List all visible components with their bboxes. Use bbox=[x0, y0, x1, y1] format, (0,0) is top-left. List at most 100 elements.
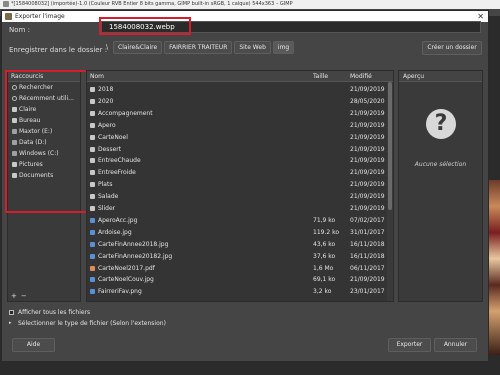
file-row[interactable]: AperoAcc.jpg 71,9 ko 07/02/2017 bbox=[87, 215, 386, 226]
file-row[interactable]: Dessert 21/09/2019 bbox=[87, 144, 386, 155]
gimp-window-titlebar: *[1584008032] (importée)-1.0 (Couleur RV… bbox=[0, 0, 500, 9]
file-row[interactable]: CarteFinAnnee20182.jpg 37,6 ko 16/11/2018 bbox=[87, 251, 386, 262]
file-size: 1,6 Mo bbox=[313, 264, 334, 272]
path-button-img[interactable]: img bbox=[272, 41, 295, 54]
path-button-claire-claire[interactable]: Claire&Claire bbox=[113, 41, 163, 54]
file-row[interactable]: EntreeFroide 21/09/2019 bbox=[87, 167, 386, 178]
cancel-button[interactable]: Annuler bbox=[434, 338, 477, 352]
file-modified: 28/05/2020 bbox=[350, 97, 385, 105]
preview-panel: Aperçu ? Aucune sélection bbox=[398, 70, 483, 302]
path-root-button[interactable]: \ bbox=[103, 41, 111, 54]
file-name: AperoAcc.jpg bbox=[98, 216, 138, 224]
image-file-icon bbox=[90, 289, 95, 295]
no-selection-label: Aucune sélection bbox=[414, 161, 467, 168]
path-button-fairrier-traiteur[interactable]: FAIRRIER TRAITEUR bbox=[164, 41, 233, 54]
show-all-files-label: Afficher tous les fichiers bbox=[18, 309, 91, 316]
remove-bookmark-button[interactable]: − bbox=[21, 292, 27, 300]
file-name: FairreriFav.png bbox=[98, 288, 142, 296]
show-all-files-option[interactable]: Afficher tous les fichiers bbox=[9, 309, 90, 316]
file-row[interactable]: Ardoise.jpg 119.2 ko 31/01/2017 bbox=[87, 227, 386, 238]
file-modified: 21/09/2019 bbox=[350, 276, 385, 284]
column-size-header[interactable]: Taille bbox=[313, 73, 328, 80]
file-row[interactable]: Apero 21/09/2019 bbox=[87, 120, 386, 131]
file-row[interactable]: Salade 21/09/2019 bbox=[87, 191, 386, 202]
save-in-folder-label: Enregistrer dans le dossier : bbox=[9, 46, 108, 54]
file-modified: 21/09/2019 bbox=[350, 157, 385, 165]
file-modified: 16/11/2018 bbox=[350, 252, 385, 260]
file-row[interactable]: FairreriFav.png 3,2 ko 23/01/2017 bbox=[87, 286, 386, 297]
file-row[interactable]: Plats 21/09/2019 bbox=[87, 179, 386, 190]
file-name: CarteFinAnnee20182.jpg bbox=[98, 252, 173, 260]
create-folder-button[interactable]: Créer un dossier bbox=[422, 41, 482, 55]
folder-icon bbox=[90, 134, 95, 140]
file-modified: 23/01/2017 bbox=[350, 288, 385, 296]
folder-icon bbox=[90, 146, 95, 152]
folder-icon bbox=[90, 98, 95, 104]
expander-arrow-icon: ▸ bbox=[9, 320, 12, 326]
folder-icon bbox=[90, 182, 95, 188]
file-name: CarteNoel2017.pdf bbox=[98, 264, 155, 272]
image-file-icon bbox=[90, 241, 95, 247]
file-name: 2020 bbox=[98, 97, 114, 105]
path-button-site-web[interactable]: Site Web bbox=[234, 41, 271, 54]
image-file-icon bbox=[90, 277, 95, 283]
file-size: 119.2 ko bbox=[313, 228, 340, 236]
file-name: Accompagnement bbox=[98, 109, 153, 117]
file-modified: 06/11/2017 bbox=[350, 264, 385, 272]
image-file-icon bbox=[90, 253, 95, 259]
file-size: 43,6 ko bbox=[313, 240, 336, 248]
scrollbar-thumb[interactable] bbox=[388, 82, 392, 210]
file-modified: 21/09/2019 bbox=[350, 193, 385, 201]
path-bar: \ Claire&Claire FAIRRIER TRAITEUR Site W… bbox=[103, 41, 295, 54]
file-name: Plats bbox=[98, 181, 113, 189]
file-row[interactable]: CarteNoel2017.pdf 1,6 Mo 06/11/2017 bbox=[87, 263, 386, 274]
file-modified: 21/09/2019 bbox=[350, 86, 385, 93]
show-all-files-checkbox[interactable] bbox=[9, 310, 14, 315]
gimp-icon bbox=[5, 13, 12, 20]
file-modified: 21/09/2019 bbox=[350, 205, 385, 212]
file-name: CarteFinAnnee2018.jpg bbox=[98, 240, 169, 248]
file-name: CarteNoelCouv.jpg bbox=[98, 276, 154, 284]
file-row[interactable]: CarteFinAnnee2018.jpg 43,6 ko 16/11/2018 bbox=[87, 239, 386, 250]
file-row[interactable]: Accompagnement 21/09/2019 bbox=[87, 108, 386, 119]
select-file-type-expander[interactable]: ▸ Sélectionner le type de fichier (Selon… bbox=[9, 320, 166, 327]
file-name: Apero bbox=[98, 121, 116, 129]
folder-icon bbox=[90, 170, 95, 176]
file-modified: 16/11/2018 bbox=[350, 240, 385, 248]
file-modified: 21/09/2019 bbox=[350, 145, 385, 153]
file-name: 2018 bbox=[98, 86, 114, 93]
column-modified-header[interactable]: Modifié bbox=[350, 73, 372, 80]
file-row[interactable]: CarteNoel 21/09/2019 bbox=[87, 132, 386, 143]
file-list-scrollbar[interactable] bbox=[387, 82, 393, 301]
file-row[interactable]: 2018 21/09/2019 bbox=[87, 84, 386, 95]
file-modified: 31/01/2017 bbox=[350, 228, 385, 236]
name-label: Nom : bbox=[9, 26, 30, 34]
file-row[interactable]: 2020 28/05/2020 bbox=[87, 96, 386, 107]
dialog-title: Exporter l'image bbox=[15, 13, 65, 20]
filename-highlight-box bbox=[99, 17, 191, 35]
file-modified: 21/09/2019 bbox=[350, 109, 385, 117]
file-name: Ardoise.jpg bbox=[98, 228, 132, 236]
select-file-type-label: Sélectionner le type de fichier (Selon l… bbox=[18, 320, 166, 327]
file-modified: 21/09/2019 bbox=[350, 169, 385, 177]
places-footer: + − bbox=[8, 291, 80, 301]
file-list: Nom Taille Modifié 2018 21/09/2019 2020 28/… bbox=[86, 70, 394, 302]
column-name-header[interactable]: Nom bbox=[90, 73, 104, 80]
file-row[interactable]: EntreeChaude 21/09/2019 bbox=[87, 155, 386, 166]
folder-icon bbox=[90, 122, 95, 128]
help-button[interactable]: Aide bbox=[12, 338, 55, 352]
file-size: 37,6 ko bbox=[313, 252, 336, 260]
file-modified: 07/02/2017 bbox=[350, 216, 385, 224]
file-list-header: Nom Taille Modifié bbox=[87, 71, 393, 82]
file-size: 71,9 ko bbox=[313, 216, 336, 224]
preview-header: Aperçu bbox=[399, 71, 482, 82]
file-row[interactable]: Slider 21/09/2019 bbox=[87, 203, 386, 214]
file-row[interactable]: CarteNoelCouv.jpg 69,1 ko 21/09/2019 bbox=[87, 274, 386, 285]
file-modified: 21/09/2019 bbox=[350, 133, 385, 141]
pdf-file-icon bbox=[90, 265, 95, 271]
add-bookmark-button[interactable]: + bbox=[11, 292, 17, 300]
file-name: Slider bbox=[98, 205, 116, 212]
file-modified: 21/09/2019 bbox=[350, 181, 385, 189]
export-button[interactable]: Exporter bbox=[388, 338, 431, 352]
image-file-icon bbox=[90, 229, 95, 235]
